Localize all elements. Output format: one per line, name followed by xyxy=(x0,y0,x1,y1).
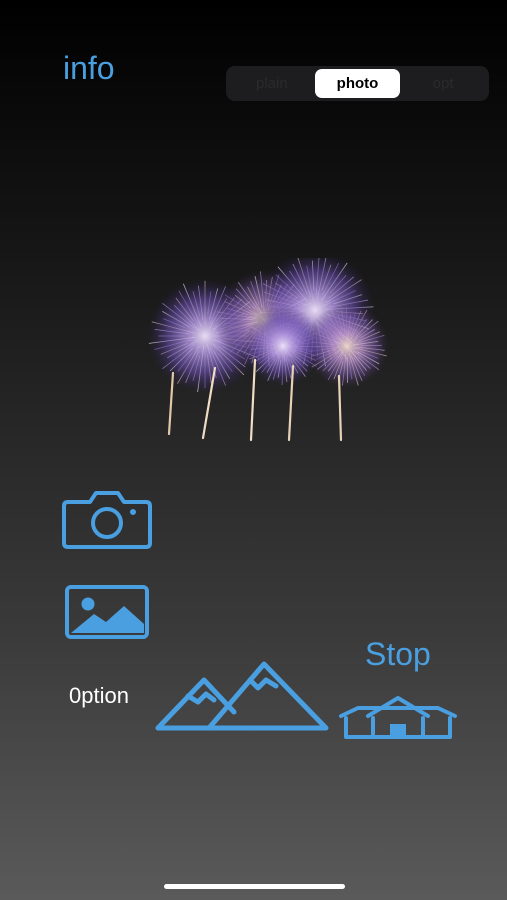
stop-button[interactable]: Stop xyxy=(365,636,431,673)
segment-opt[interactable]: opt xyxy=(400,69,486,98)
camera-icon[interactable] xyxy=(62,488,152,550)
mountains-icon[interactable] xyxy=(154,656,332,736)
mode-segmented-control: plain photo opt xyxy=(226,66,489,101)
fireworks-image xyxy=(147,258,389,442)
segment-plain[interactable]: plain xyxy=(229,69,315,98)
home-indicator[interactable] xyxy=(164,884,345,889)
option-button[interactable]: 0ption xyxy=(69,683,129,709)
segment-photo[interactable]: photo xyxy=(314,69,401,98)
photo-icon[interactable] xyxy=(64,584,150,640)
info-button[interactable]: info xyxy=(63,50,115,87)
house-icon[interactable] xyxy=(338,694,458,740)
